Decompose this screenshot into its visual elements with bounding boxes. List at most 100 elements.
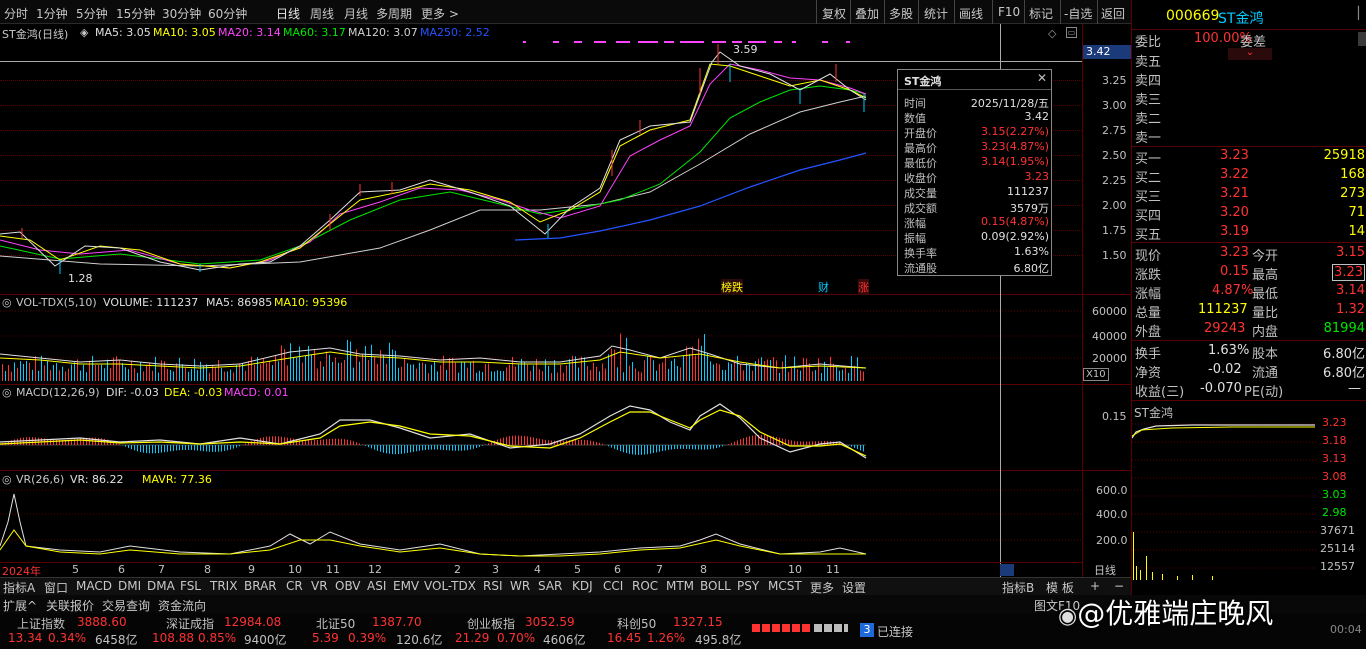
volume-bar — [776, 360, 777, 381]
index-item[interactable]: 北证50 1387.70 5.39 0.39% 120.6亿 — [310, 615, 460, 647]
vol-collapse-icon[interactable]: ◎ — [2, 296, 12, 309]
volume-bar — [500, 370, 501, 381]
back-button[interactable]: 返回 — [1101, 5, 1125, 22]
zoom-out-button[interactable]: − — [1114, 579, 1124, 593]
event-zhang[interactable]: 涨 — [858, 279, 869, 295]
tab-macd[interactable]: MACD — [76, 579, 112, 593]
connection-status[interactable]: 已连接 — [877, 623, 913, 640]
stock-name[interactable]: ST金鸿 — [1218, 8, 1263, 28]
period-more[interactable]: 更多 > — [421, 5, 459, 22]
tab-window[interactable]: 窗口 — [44, 579, 68, 596]
period-fenshi[interactable]: 分时 — [4, 5, 28, 22]
mini-intraday-chart[interactable]: 3.23 3.18 3.13 3.08 3.03 2.98 37671 2511… — [1132, 416, 1366, 580]
expand-button[interactable] — [1358, 32, 1366, 46]
macd-bar — [311, 440, 312, 445]
macd-bar — [626, 445, 627, 454]
index-item[interactable]: 创业板指 3052.59 21.29 0.70% 4606亿 — [455, 615, 605, 647]
vr-collapse-icon[interactable]: ◎ — [2, 473, 12, 486]
index-item[interactable]: 深证成指 12984.08 108.88 0.85% 9400亿 — [152, 615, 302, 647]
period-daily[interactable]: 日线 — [276, 5, 300, 22]
tooltip-row: 成交量 111237 — [904, 185, 1049, 200]
stats-button[interactable]: 统计 — [924, 5, 948, 22]
volume-bar — [119, 359, 120, 381]
tab-trix[interactable]: TRIX — [210, 579, 237, 593]
index-item[interactable]: 上证指数 3888.60 13.34 0.34% 6458亿 — [5, 615, 155, 647]
zoom-in-button[interactable]: + — [1090, 579, 1100, 593]
tab-wr[interactable]: WR — [510, 579, 530, 593]
tab-vol-tdx[interactable]: VOL-TDX — [424, 579, 476, 593]
volume-bar — [104, 368, 105, 381]
divider — [816, 0, 817, 24]
tab-settings[interactable]: 设置 — [842, 579, 866, 596]
tab-fsl[interactable]: FSL — [180, 579, 201, 593]
multi-stock-button[interactable]: 多股 — [889, 5, 913, 22]
volume-bar — [434, 361, 435, 381]
tab-brar[interactable]: BRAR — [244, 579, 277, 593]
tab-more[interactable]: 更多 — [810, 579, 834, 596]
period-1min[interactable]: 1分钟 — [36, 5, 68, 22]
volume-bar — [740, 363, 741, 381]
period-15min[interactable]: 15分钟 — [116, 5, 155, 22]
volume-bar — [29, 362, 30, 381]
period-60min[interactable]: 60分钟 — [208, 5, 247, 22]
expand-link[interactable]: 扩展^ — [3, 597, 37, 614]
period-5min[interactable]: 5分钟 — [76, 5, 108, 22]
mini-price-tick: 3.13 — [1322, 452, 1347, 465]
draw-button[interactable]: 画线 — [959, 5, 983, 22]
tab-psy[interactable]: PSY — [737, 579, 759, 593]
macd-collapse-icon[interactable]: ◎ — [2, 386, 12, 399]
tab-roc[interactable]: ROC — [632, 579, 658, 593]
scroll-handle[interactable]: ▏ — [1358, 6, 1366, 20]
macd-bar — [515, 435, 516, 445]
tab-mtm[interactable]: MTM — [666, 579, 694, 593]
trade-query-link[interactable]: 交易查询 — [102, 597, 150, 614]
f10-button[interactable]: F10 — [998, 5, 1020, 19]
volume-bar — [302, 362, 303, 381]
macd-bar — [635, 445, 636, 455]
tab-asi[interactable]: ASI — [367, 579, 386, 593]
tab-dma[interactable]: DMA — [147, 579, 175, 593]
volume-bar — [494, 371, 495, 381]
tab-mcst[interactable]: MCST — [768, 579, 802, 593]
tab-vr[interactable]: VR — [311, 579, 328, 593]
overlay-button[interactable]: 叠加 — [855, 5, 879, 22]
vol-y-tick: 20000 — [1092, 352, 1127, 365]
vr-y-tick: 600.0 — [1096, 484, 1128, 497]
event-bangdie[interactable]: 榜跌 — [721, 279, 743, 295]
tab-sar[interactable]: SAR — [538, 579, 562, 593]
close-icon[interactable]: ✕ — [1037, 71, 1047, 85]
tab-kdj[interactable]: KDJ — [572, 579, 593, 593]
volume-bar — [269, 361, 270, 381]
index-item[interactable]: 科创50 1327.15 16.45 1.26% 495.8亿 — [607, 615, 757, 647]
fuquan-button[interactable]: 复权 — [822, 5, 846, 22]
event-cai[interactable]: 财 — [818, 279, 829, 295]
vr-y-tick: 400.0 — [1096, 508, 1128, 521]
volume-bar — [470, 362, 471, 381]
fund-flow-link[interactable]: 资金流向 — [158, 597, 206, 614]
period-monthly[interactable]: 月线 — [344, 5, 368, 22]
tab-boll[interactable]: BOLL — [700, 579, 731, 593]
tab-obv[interactable]: OBV — [335, 579, 361, 593]
tab-indicator-a[interactable]: 指标A — [3, 579, 35, 596]
self-select-button[interactable]: -自选 — [1064, 5, 1092, 22]
volume-bar — [179, 357, 180, 381]
tab-indicator-b[interactable]: 指标B — [1002, 579, 1034, 596]
tab-cr[interactable]: CR — [286, 579, 303, 593]
period-multi[interactable]: 多周期 — [376, 5, 412, 22]
chart-area[interactable]: ST金鸿(日线) ◈ MA5: 3.05 MA10: 3.05 MA20: 3.… — [0, 24, 1131, 578]
macd-bar — [686, 445, 687, 449]
tab-cci[interactable]: CCI — [603, 579, 623, 593]
sell-row: 卖二 — [1135, 112, 1162, 127]
related-quote-link[interactable]: 关联报价 — [46, 597, 94, 614]
volume-bar — [719, 364, 720, 381]
tab-emv[interactable]: EMV — [393, 579, 419, 593]
macd-bar — [518, 435, 519, 445]
period-weekly[interactable]: 周线 — [310, 5, 334, 22]
macd-bar — [695, 445, 696, 450]
mark-button[interactable]: 标记 — [1029, 5, 1053, 22]
macd-bar — [638, 445, 639, 455]
tab-rsi[interactable]: RSI — [483, 579, 503, 593]
period-30min[interactable]: 30分钟 — [162, 5, 201, 22]
volume-bar — [167, 368, 168, 381]
tab-dmi[interactable]: DMI — [118, 579, 141, 593]
